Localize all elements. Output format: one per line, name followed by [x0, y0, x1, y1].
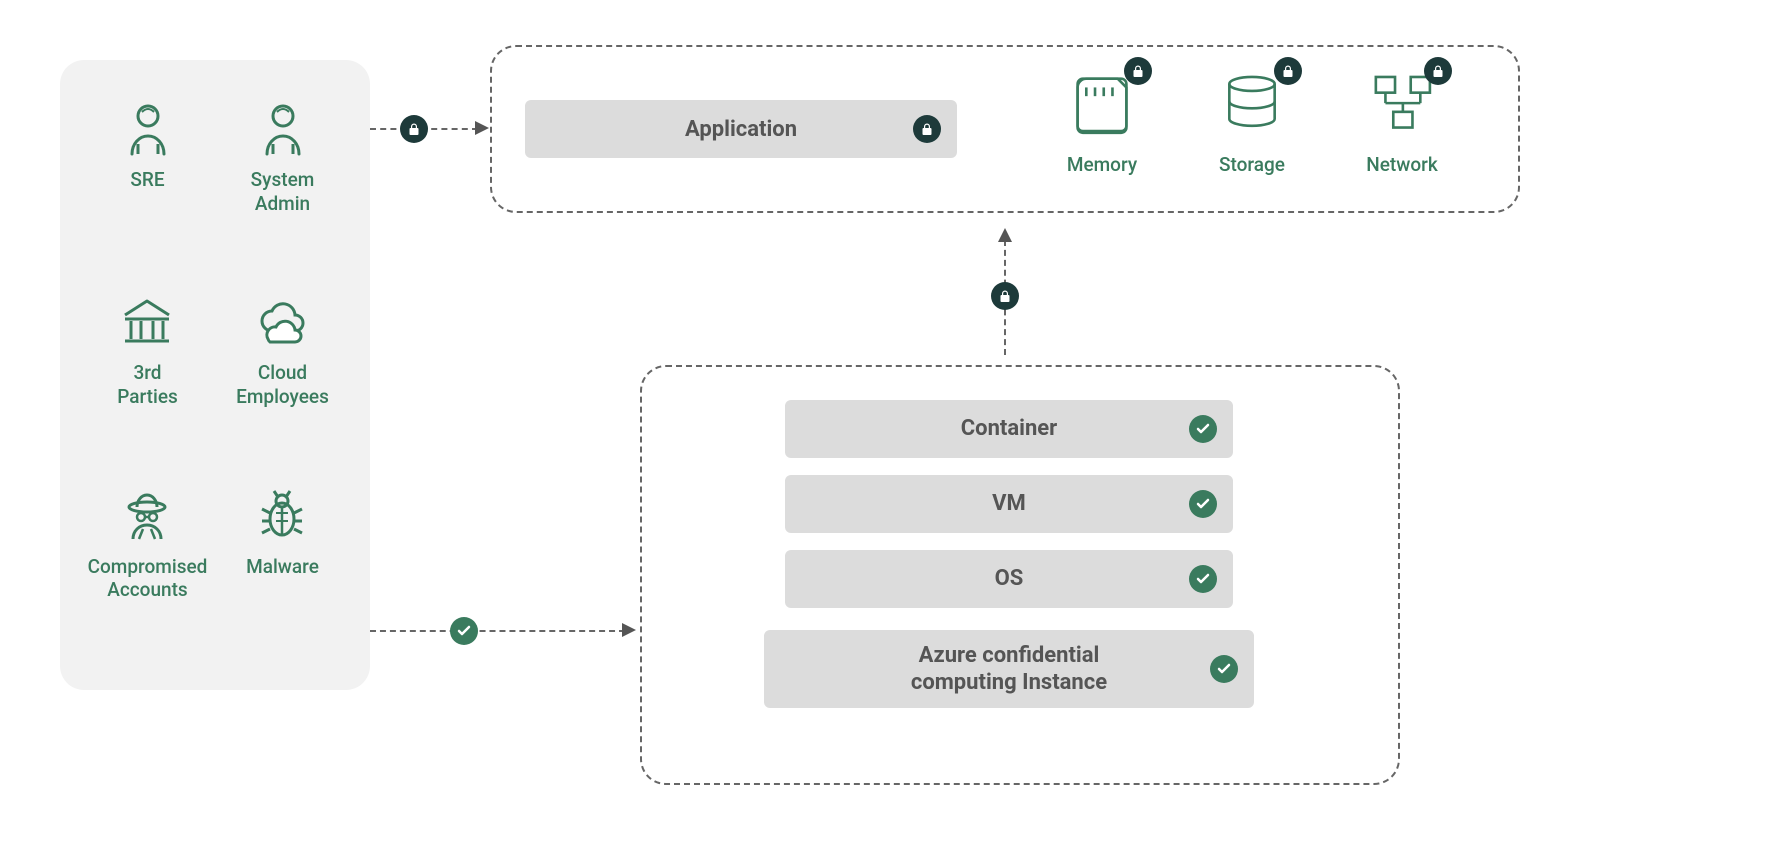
lock-icon [1274, 57, 1302, 85]
arrow-head-icon [998, 228, 1012, 242]
stack-azure-instance: Azure confidentialcomputing Instance [764, 630, 1254, 708]
arrow-to-stack [370, 630, 625, 632]
application-label: Application [685, 117, 797, 142]
stack-vm: VM [785, 475, 1233, 533]
check-icon [1210, 655, 1238, 683]
person-icon [120, 100, 176, 156]
actor-label: CompromisedAccounts [88, 555, 208, 603]
check-icon [1189, 490, 1217, 518]
actor-malware: Malware [246, 487, 319, 579]
resource-label: Network [1366, 153, 1438, 176]
arrow-head-icon [475, 121, 489, 135]
stack-container: Container [785, 400, 1233, 458]
arrow-head-icon [622, 623, 636, 637]
bug-icon [254, 487, 310, 543]
spy-icon [119, 487, 175, 543]
stack-os: OS [785, 550, 1233, 608]
actor-label: 3rdParties [117, 361, 178, 409]
stack-label: Container [961, 415, 1057, 443]
actor-label: Malware [246, 555, 319, 579]
lock-icon [1124, 57, 1152, 85]
building-icon [119, 293, 175, 349]
resource-label: Memory [1067, 153, 1137, 176]
application-bar: Application [525, 100, 957, 158]
threat-actors-panel: SRE SystemAdmin 3rdParties CloudEmployee… [60, 60, 370, 690]
resource-network: Network [1360, 65, 1444, 176]
lock-icon [913, 115, 941, 143]
actor-cloud-employees: CloudEmployees [236, 293, 329, 409]
lock-icon [991, 282, 1019, 310]
resource-label: Storage [1219, 153, 1285, 176]
actor-compromised-accounts: CompromisedAccounts [88, 487, 208, 603]
stack-label: VM [992, 490, 1026, 518]
resource-storage: Storage [1210, 65, 1294, 176]
cloud-icon [254, 293, 310, 349]
check-icon [450, 617, 478, 645]
check-icon [1189, 565, 1217, 593]
actor-label: SRE [130, 168, 164, 192]
person-icon [255, 100, 311, 156]
stack-label: Azure confidentialcomputing Instance [911, 642, 1107, 697]
actor-sysadmin: SystemAdmin [251, 100, 315, 216]
actor-third-parties: 3rdParties [117, 293, 178, 409]
lock-icon [400, 115, 428, 143]
actor-sre: SRE [120, 100, 176, 192]
check-icon [1189, 415, 1217, 443]
stack-label: OS [995, 565, 1024, 593]
actor-label: CloudEmployees [236, 361, 329, 409]
actor-label: SystemAdmin [251, 168, 315, 216]
resource-memory: Memory [1060, 65, 1144, 176]
lock-icon [1424, 57, 1452, 85]
